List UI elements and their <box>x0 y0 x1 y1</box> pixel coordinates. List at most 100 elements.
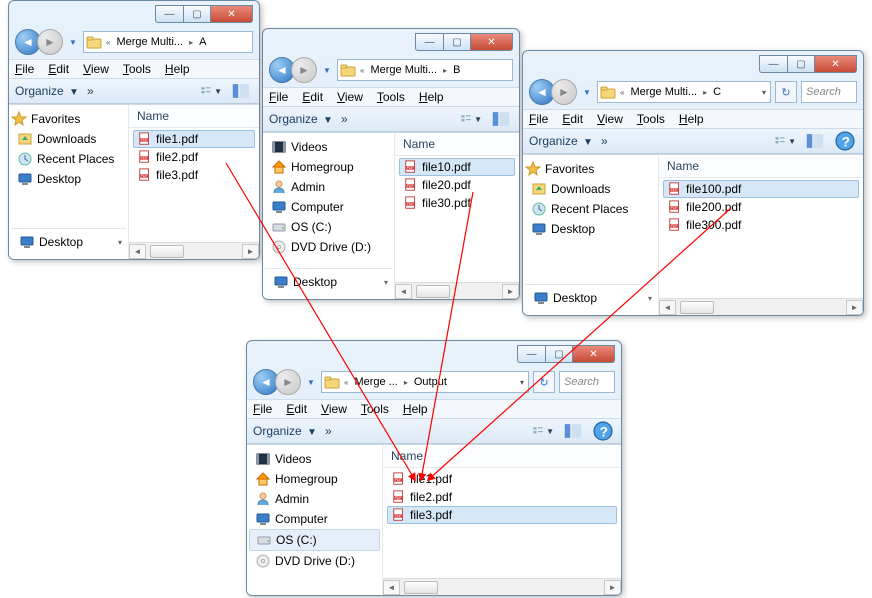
nav-videos[interactable]: Videos <box>249 449 380 469</box>
maximize-button[interactable]: ▢ <box>443 33 471 51</box>
search-input[interactable]: Search <box>559 371 615 393</box>
menu-help[interactable]: Help <box>419 90 444 104</box>
preview-pane-icon[interactable] <box>561 422 585 440</box>
menu-tools[interactable]: Tools <box>361 402 389 416</box>
horizontal-scrollbar[interactable]: ◄► <box>659 298 863 315</box>
file-row[interactable]: file20.pdf <box>399 176 515 194</box>
toolbar-more[interactable]: » <box>87 84 94 98</box>
nav-desktop[interactable]: Desktop <box>525 219 656 239</box>
nav-desktop[interactable]: Desktop <box>11 169 126 189</box>
file-row[interactable]: file3.pdf <box>133 166 255 184</box>
view-mode-icon[interactable]: ▼ <box>531 422 555 440</box>
nav-computer[interactable]: Computer <box>249 509 380 529</box>
nav-admin[interactable]: Admin <box>265 177 392 197</box>
breadcrumb-parent[interactable]: Merge Multi... <box>112 36 187 48</box>
organize-menu[interactable]: Organize ▼ <box>15 84 79 98</box>
nav-admin[interactable]: Admin <box>249 489 380 509</box>
maximize-button[interactable]: ▢ <box>545 345 573 363</box>
minimize-button[interactable]: — <box>155 5 183 23</box>
nav-videos[interactable]: Videos <box>265 137 392 157</box>
toolbar-more[interactable]: » <box>601 134 608 148</box>
help-icon[interactable] <box>833 132 857 150</box>
nav-homegroup[interactable]: Homegroup <box>249 469 380 489</box>
breadcrumb-current[interactable]: Output <box>410 376 451 388</box>
organize-menu[interactable]: Organize ▼ <box>253 424 317 438</box>
nav-history-dropdown[interactable]: ▼ <box>581 79 593 105</box>
close-button[interactable]: ✕ <box>815 55 857 73</box>
menu-file[interactable]: File <box>529 112 548 126</box>
menu-edit[interactable]: Edit <box>286 402 307 416</box>
nav-recent-places[interactable]: Recent Places <box>11 149 126 169</box>
nav-footer-desktop[interactable]: Desktop▾ <box>267 272 390 292</box>
organize-menu[interactable]: Organize ▼ <box>269 112 333 126</box>
file-row[interactable]: file30.pdf <box>399 194 515 212</box>
minimize-button[interactable]: — <box>759 55 787 73</box>
nav-forward-button[interactable]: ► <box>291 57 317 83</box>
nav-history-dropdown[interactable]: ▼ <box>305 369 317 395</box>
file-row[interactable]: file2.pdf <box>387 488 617 506</box>
help-icon[interactable] <box>591 422 615 440</box>
organize-menu[interactable]: Organize ▼ <box>529 134 593 148</box>
breadcrumb-parent[interactable]: Merge Multi... <box>626 86 701 98</box>
column-header-name[interactable]: Name <box>395 133 519 156</box>
nav-computer[interactable]: Computer <box>265 197 392 217</box>
address-bar[interactable]: « Merge Multi... ▸ A <box>83 31 253 53</box>
column-header-name[interactable]: Name <box>659 155 863 178</box>
preview-pane-icon[interactable] <box>229 82 253 100</box>
file-row[interactable]: file10.pdf <box>399 158 515 176</box>
nav-recent-places[interactable]: Recent Places <box>525 199 656 219</box>
file-row[interactable]: file300.pdf <box>663 216 859 234</box>
nav-forward-button[interactable]: ► <box>37 29 63 55</box>
breadcrumb-current[interactable]: B <box>449 64 464 76</box>
menu-file[interactable]: File <box>269 90 288 104</box>
refresh-button[interactable]: ↻ <box>775 81 797 103</box>
breadcrumb-parent[interactable]: Merge Multi... <box>366 64 441 76</box>
menu-edit[interactable]: Edit <box>562 112 583 126</box>
nav-downloads[interactable]: Downloads <box>525 179 656 199</box>
nav-forward-button[interactable]: ► <box>551 79 577 105</box>
address-bar[interactable]: « Merge Multi... ▸ B <box>337 59 513 81</box>
menu-tools[interactable]: Tools <box>377 90 405 104</box>
menu-file[interactable]: File <box>15 62 34 76</box>
nav-footer-desktop[interactable]: Desktop▾ <box>527 288 654 308</box>
menu-view[interactable]: View <box>597 112 623 126</box>
close-button[interactable]: ✕ <box>471 33 513 51</box>
nav-history-dropdown[interactable]: ▼ <box>67 29 79 55</box>
refresh-button[interactable]: ↻ <box>533 371 555 393</box>
menu-help[interactable]: Help <box>679 112 704 126</box>
minimize-button[interactable]: — <box>415 33 443 51</box>
horizontal-scrollbar[interactable]: ◄► <box>383 578 621 595</box>
close-button[interactable]: ✕ <box>573 345 615 363</box>
file-row[interactable]: file1.pdf <box>387 470 617 488</box>
file-row[interactable]: file1.pdf <box>133 130 255 148</box>
address-bar[interactable]: « Merge Multi... ▸ C ▾ <box>597 81 771 103</box>
menu-help[interactable]: Help <box>165 62 190 76</box>
preview-pane-icon[interactable] <box>489 110 513 128</box>
breadcrumb-current[interactable]: C <box>709 86 725 98</box>
file-row[interactable]: file3.pdf <box>387 506 617 524</box>
file-row[interactable]: file2.pdf <box>133 148 255 166</box>
nav-footer-desktop[interactable]: Desktop▾ <box>13 232 124 252</box>
horizontal-scrollbar[interactable]: ◄► <box>129 242 259 259</box>
breadcrumb-parent[interactable]: Merge ... <box>350 376 401 388</box>
menu-view[interactable]: View <box>337 90 363 104</box>
close-button[interactable]: ✕ <box>211 5 253 23</box>
nav-dvd-d[interactable]: DVD Drive (D:) <box>265 237 392 257</box>
breadcrumb-current[interactable]: A <box>195 36 210 48</box>
menu-view[interactable]: View <box>83 62 109 76</box>
nav-history-dropdown[interactable]: ▼ <box>321 57 333 83</box>
view-mode-icon[interactable]: ▼ <box>773 132 797 150</box>
address-bar[interactable]: « Merge ... ▸ Output ▾ <box>321 371 529 393</box>
search-input[interactable]: Search <box>801 81 857 103</box>
nav-favorites-header[interactable]: Favorites <box>525 159 656 179</box>
nav-os-c[interactable]: OS (C:) <box>249 529 380 551</box>
nav-favorites-header[interactable]: Favorites <box>11 109 126 129</box>
menu-edit[interactable]: Edit <box>302 90 323 104</box>
horizontal-scrollbar[interactable]: ◄► <box>395 282 519 299</box>
maximize-button[interactable]: ▢ <box>787 55 815 73</box>
nav-forward-button[interactable]: ► <box>275 369 301 395</box>
menu-help[interactable]: Help <box>403 402 428 416</box>
menu-tools[interactable]: Tools <box>637 112 665 126</box>
view-mode-icon[interactable]: ▼ <box>459 110 483 128</box>
preview-pane-icon[interactable] <box>803 132 827 150</box>
